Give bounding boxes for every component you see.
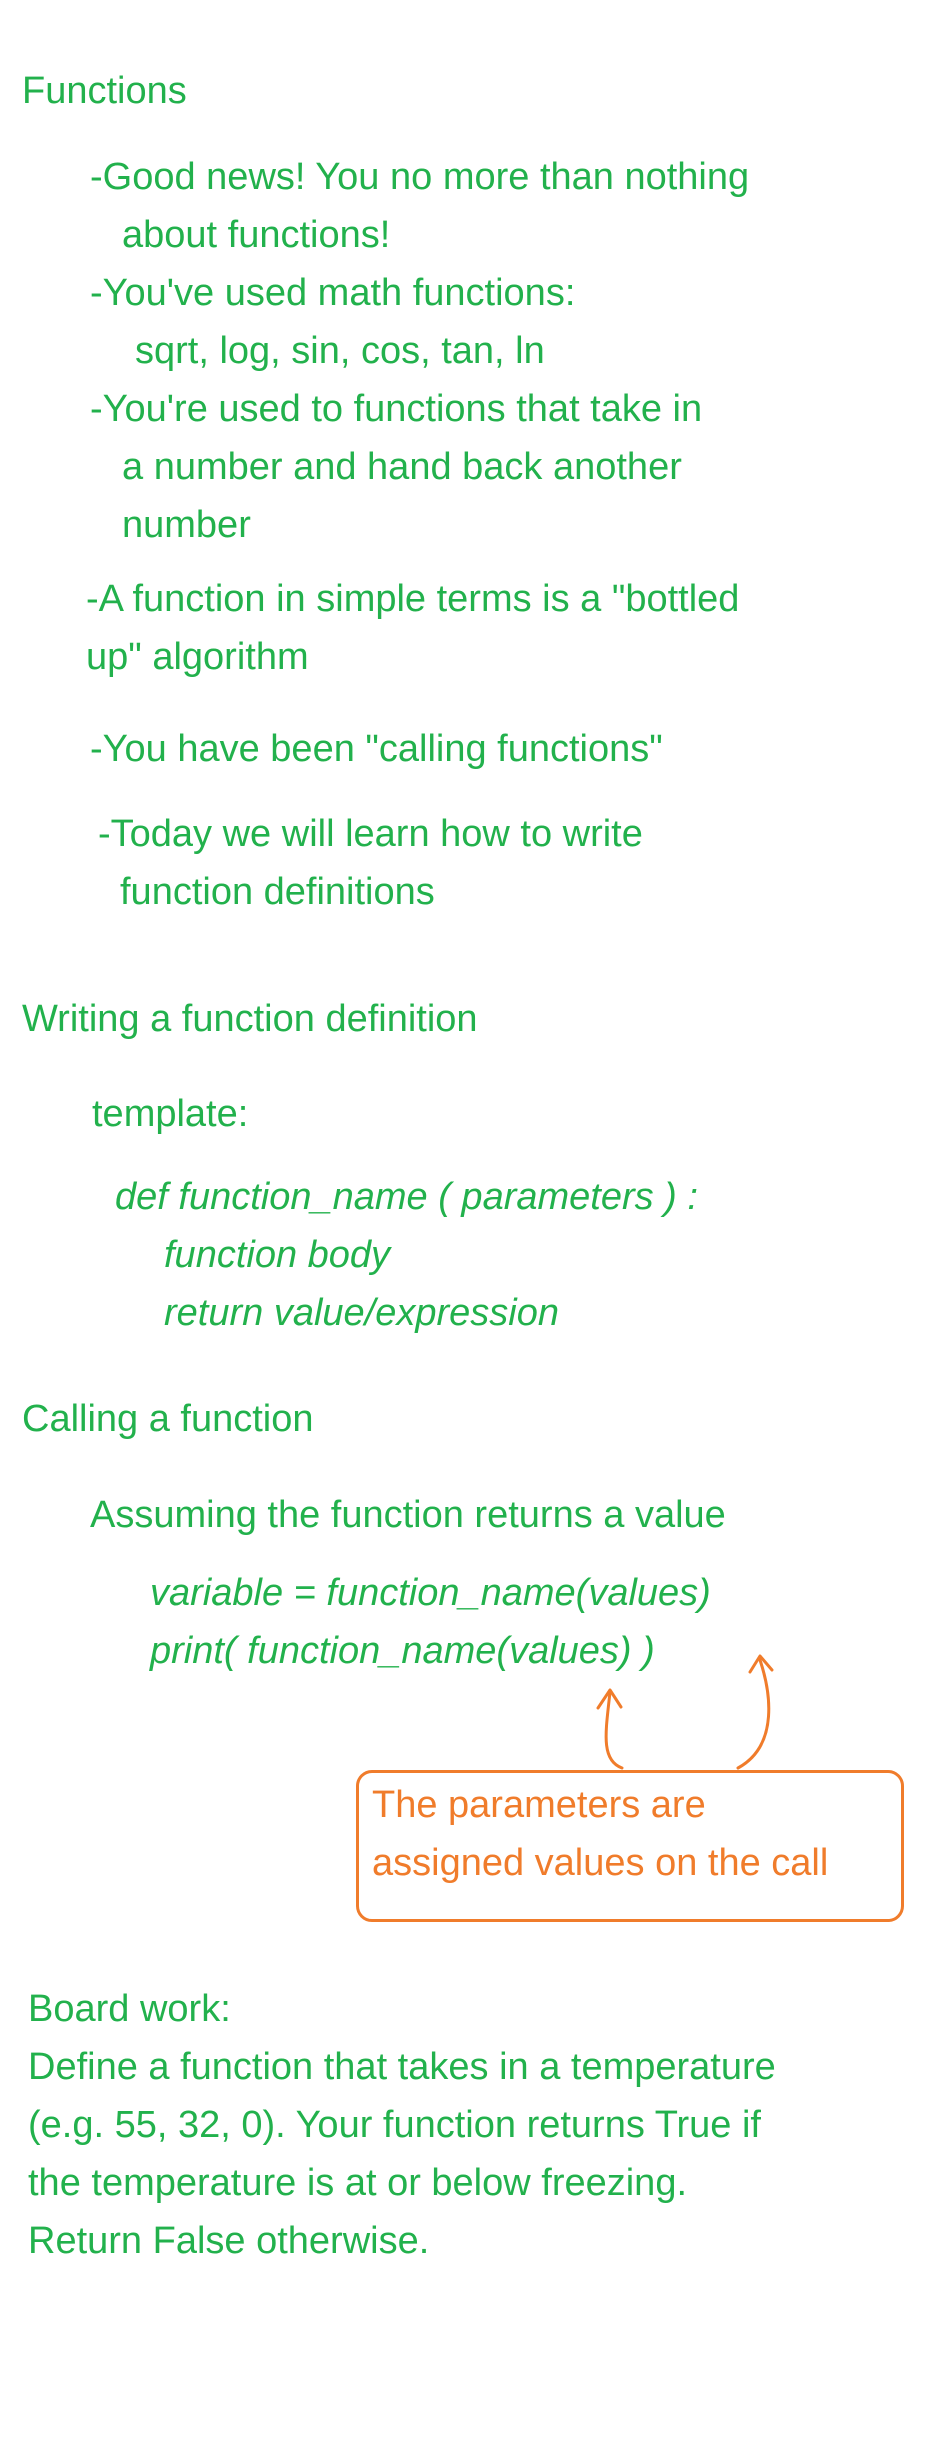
callout-line: The parameters are — [372, 1784, 706, 1826]
callout-line: assigned values on the call — [372, 1842, 829, 1884]
board-work-heading: Board work: — [28, 1988, 231, 2030]
board-work-line: the temperature is at or below freezing. — [28, 2162, 688, 2204]
board-work-line: (e.g. 55, 32, 0). Your function returns … — [28, 2104, 761, 2146]
board-work-line: Return False otherwise. — [28, 2220, 430, 2262]
board-work-line: Define a function that takes in a temper… — [28, 2046, 776, 2088]
